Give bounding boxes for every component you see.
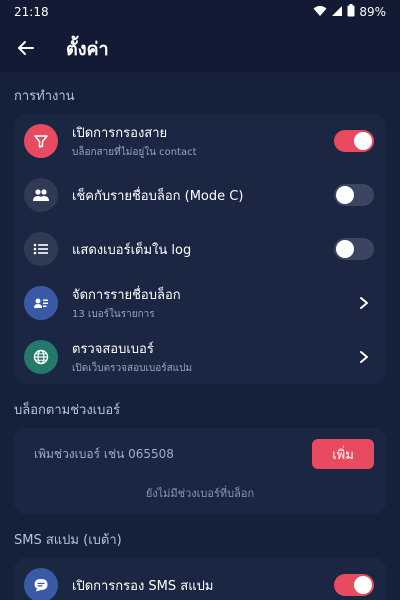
chat-icon [24,568,58,600]
show-full-number-toggle[interactable] [334,238,374,260]
range-card: เพิ่ม ยังไม่มีช่วงเบอร์ที่บล็อก [14,428,386,514]
row-title: แสดงเบอร์เต็มใน log [72,242,192,258]
call-filter-toggle[interactable] [334,130,374,152]
chevron-right-icon [354,347,374,367]
empty-range-text: ยังไม่มีช่วงเบอร์ที่บล็อก [145,487,255,500]
section-title-work: การทำงาน [14,88,75,104]
row-subtitle: บล็อกสายที่ไม่อยู่ใน contact [72,147,197,158]
cell-signal-icon [331,5,343,20]
row-title: เปิดการกรองสาย [72,126,168,141]
row-subtitle: เปิดเว็บตรวจสอบเบอร์สแปม [72,363,193,374]
section-title-range: บล็อกตามช่วงเบอร์ [14,402,121,418]
row-title: จัดการรายชื่อบล็อก [72,288,181,303]
status-bar: 21:18 89% [0,0,400,24]
settings-card-work: เปิดการกรองสาย บล็อกสายที่ไม่อยู่ใน cont… [14,114,386,384]
list-icon [24,232,58,266]
chevron-right-icon [354,293,374,313]
status-icons: 89% [313,4,386,20]
contact-card-icon [24,286,58,320]
back-button[interactable] [14,36,38,60]
row-show-full-number[interactable]: แสดงเบอร์เต็มใน log [14,222,386,276]
battery-icon [347,4,355,20]
page-title: ตั้งค่า [66,38,109,60]
row-title: เช็คกับรายชื่อบล็อก (Mode C) [72,188,244,204]
row-subtitle: 13 เบอร์ในรายการ [72,309,155,320]
arrow-left-icon [18,41,34,55]
check-blocklist-toggle[interactable] [334,184,374,206]
row-title: เปิดการกรอง SMS สแปม [72,578,214,594]
row-manage-blocklist[interactable]: จัดการรายชื่อบล็อก 13 เบอร์ในรายการ [14,276,386,330]
sms-filter-toggle[interactable] [334,574,374,596]
row-title: ตรวจสอบเบอร์ [72,342,154,357]
row-call-filter[interactable]: เปิดการกรองสาย บล็อกสายที่ไม่อยู่ใน cont… [14,114,386,168]
globe-icon [24,340,58,374]
section-title-sms: SMS สแปม (เบต้า) [14,532,122,548]
battery-percent: 89% [359,5,386,19]
filter-icon [24,124,58,158]
number-range-input[interactable] [26,447,312,461]
row-sms-filter[interactable]: เปิดการกรอง SMS สแปม [14,558,386,600]
row-check-blocklist[interactable]: เช็คกับรายชื่อบล็อก (Mode C) [14,168,386,222]
settings-card-sms: เปิดการกรอง SMS สแปม [14,558,386,600]
wifi-icon [313,5,327,20]
row-check-number[interactable]: ตรวจสอบเบอร์ เปิดเว็บตรวจสอบเบอร์สแปม [14,330,386,384]
people-icon [24,178,58,212]
app-bar: ตั้งค่า [0,24,400,72]
add-range-button[interactable]: เพิ่ม [312,439,374,469]
status-time: 21:18 [14,5,49,19]
